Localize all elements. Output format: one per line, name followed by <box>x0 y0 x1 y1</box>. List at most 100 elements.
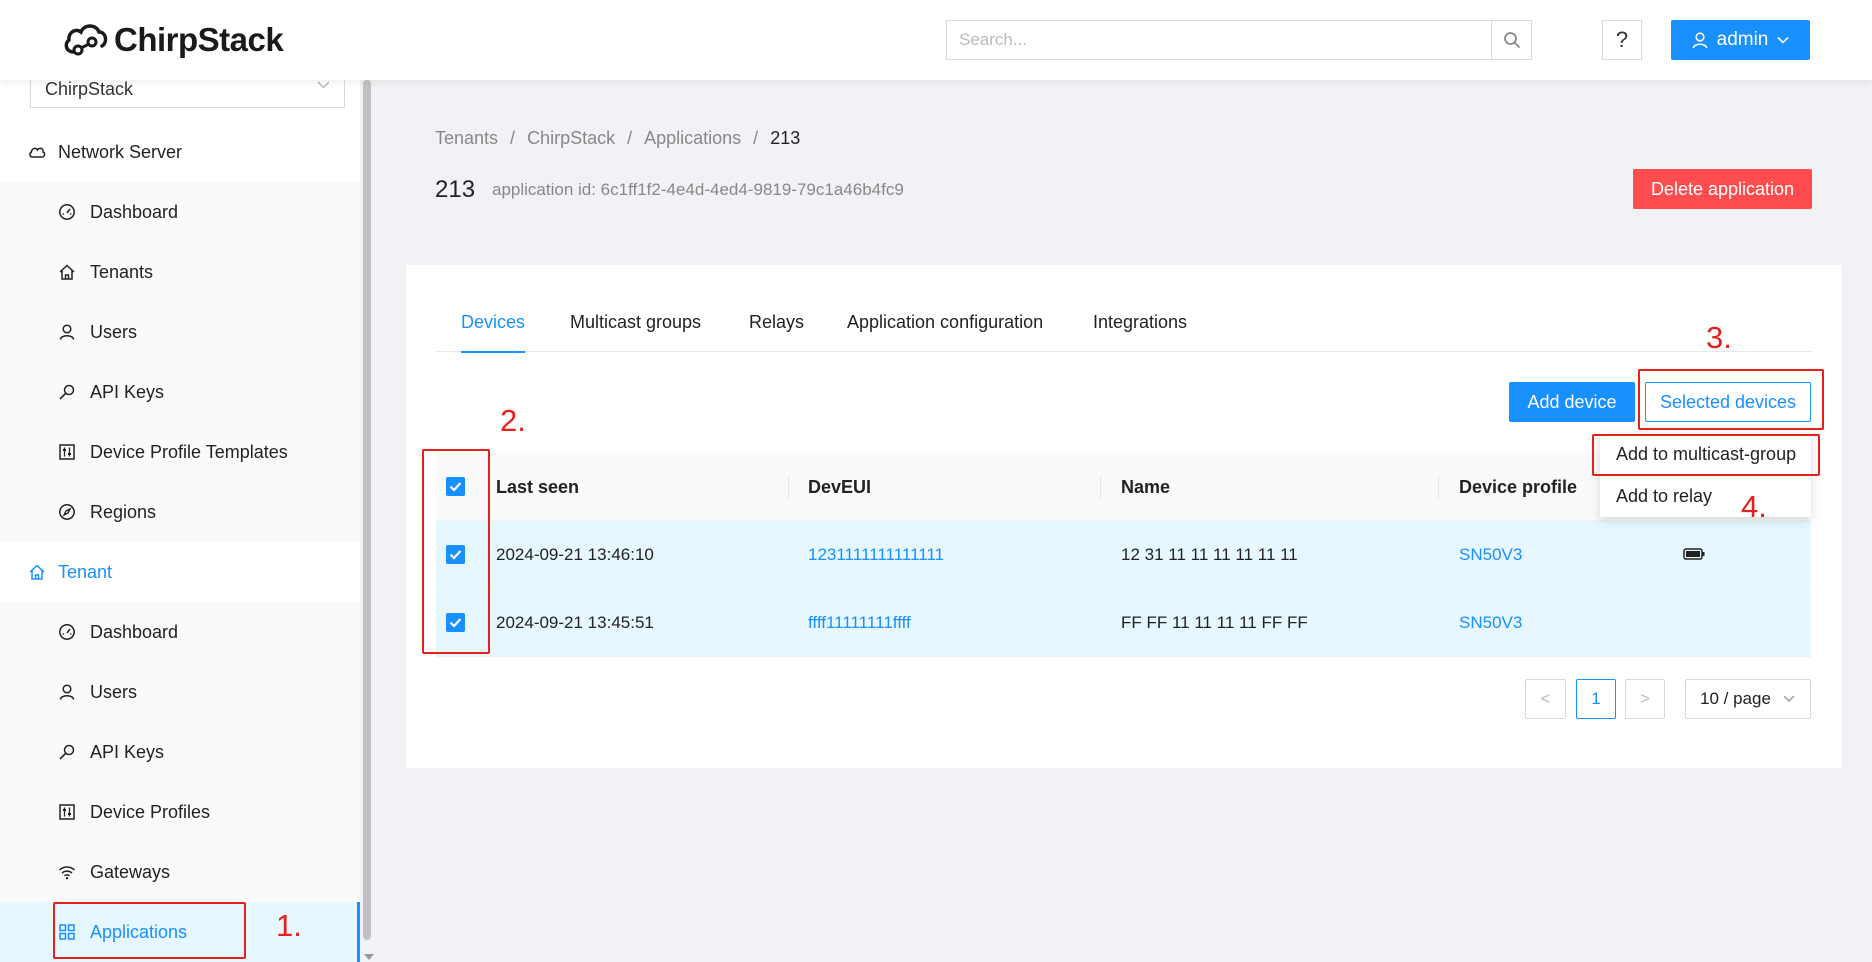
annotation-box-checkboxes <box>422 449 490 654</box>
breadcrumb-separator: / <box>753 128 759 148</box>
help-button[interactable]: ? <box>1602 20 1642 60</box>
user-label: admin <box>1716 29 1769 50</box>
key-icon <box>59 384 75 400</box>
dashboard-icon <box>59 204 75 220</box>
page-size-value: 10 / page <box>1700 689 1771 708</box>
sidebar-item-label: Dashboard <box>90 201 179 222</box>
dashboard-icon <box>59 624 75 640</box>
breadcrumb-tenants[interactable]: Tenants <box>435 128 498 149</box>
user-menu-button[interactable]: admin <box>1671 20 1810 60</box>
search-box <box>946 20 1532 60</box>
column-header-last-seen[interactable]: Last seen <box>496 477 579 498</box>
cell-last-seen: 2024-09-21 13:46:10 <box>496 545 654 564</box>
sidebar-item-tenant-dashboard[interactable]: Dashboard <box>0 602 360 662</box>
breadcrumb-separator: / <box>510 128 516 148</box>
cell-deveui-link[interactable]: 1231111111111111 <box>808 545 944 565</box>
annotation-number-1: 1. <box>276 908 302 943</box>
sidebar-scrollbar[interactable] <box>360 80 374 962</box>
breadcrumb: Tenants / ChirpStack / Applications / 21… <box>435 128 800 149</box>
search-icon <box>1503 32 1520 48</box>
add-device-button[interactable]: Add device <box>1509 382 1635 422</box>
breadcrumb-current: 213 <box>770 128 801 148</box>
cell-device-profile-link[interactable]: SN50V3 <box>1459 613 1522 633</box>
scrollbar-thumb[interactable] <box>363 80 371 940</box>
column-separator <box>1438 475 1439 499</box>
sidebar-item-tenant-users[interactable]: Users <box>0 662 360 722</box>
annotation-number-3: 3. <box>1706 320 1732 355</box>
column-header-device-profile[interactable]: Device profile <box>1459 477 1577 498</box>
chevron-down-icon <box>1783 695 1795 702</box>
sidebar-item-ns-users[interactable]: Users <box>0 302 360 362</box>
help-label: ? <box>1615 27 1629 52</box>
column-separator <box>1100 475 1101 499</box>
sidebar-item-label: Users <box>90 681 138 702</box>
sidebar-item-label: API Keys <box>90 381 165 402</box>
sidebar-item-label: API Keys <box>90 741 165 762</box>
breadcrumb-applications[interactable]: Applications <box>644 128 741 149</box>
sidebar-item-label: Dashboard <box>90 621 179 642</box>
menu-group-label: Tenant <box>58 561 113 582</box>
chevron-down-icon <box>317 81 330 89</box>
breadcrumb-chirpstack[interactable]: ChirpStack <box>527 128 615 149</box>
search-input[interactable] <box>947 21 1487 59</box>
cell-name: FF FF 11 11 11 11 FF FF <box>1121 613 1308 632</box>
sidebar-item-gateways[interactable]: Gateways <box>0 842 360 902</box>
user-icon <box>59 324 75 340</box>
menu-item-add-to-relay[interactable]: Add to relay <box>1600 475 1811 517</box>
pagination-next-button[interactable]: > <box>1625 679 1665 719</box>
tab-relays[interactable]: Relays <box>749 312 804 352</box>
annotation-box-multicast-group <box>1592 434 1820 476</box>
cell-last-seen: 2024-09-21 13:45:51 <box>496 613 654 632</box>
home-icon <box>29 564 45 580</box>
sidebar-item-device-profiles[interactable]: Device Profiles <box>0 782 360 842</box>
sidebar-item-ns-api-keys[interactable]: API Keys <box>0 362 360 422</box>
page-size-select[interactable]: 10 / page <box>1685 679 1811 719</box>
cell-device-profile-link[interactable]: SN50V3 <box>1459 545 1522 565</box>
chevron-down-icon <box>1777 36 1789 44</box>
user-icon <box>1692 31 1707 48</box>
pagination-prev-button[interactable]: < <box>1525 679 1566 719</box>
key-icon <box>59 744 75 760</box>
control-icon <box>59 804 75 820</box>
menu-group-network-server[interactable]: Network Server <box>0 122 360 182</box>
sidebar: ChirpStack Network Server Dashboard Tena… <box>0 80 360 962</box>
sidebar-item-regions[interactable]: Regions <box>0 482 360 542</box>
page-subtitle: application id: 6c1ff1f2-4e4d-4ed4-9819-… <box>492 180 904 199</box>
application-tabs: Devices Multicast groups Relays Applicat… <box>436 312 1812 353</box>
menu-group-label: Network Server <box>58 141 183 162</box>
chirpstack-logo[interactable]: ChirpStack <box>62 18 284 62</box>
search-button[interactable] <box>1491 21 1531 59</box>
chirpstack-cloud-icon <box>64 24 108 56</box>
control-icon <box>59 444 75 460</box>
sidebar-item-tenants[interactable]: Tenants <box>0 242 360 302</box>
pagination-page-1[interactable]: 1 <box>1576 679 1616 719</box>
table-row[interactable]: 2024-09-21 13:45:51 ffff11111111ffff FF … <box>436 589 1811 657</box>
annotation-number-4: 4. <box>1741 489 1767 524</box>
menu-group-tenant[interactable]: Tenant <box>0 542 360 602</box>
sidebar-item-ns-dashboard[interactable]: Dashboard <box>0 182 360 242</box>
tab-devices[interactable]: Devices <box>461 312 526 353</box>
sidebar-item-tenant-api-keys[interactable]: API Keys <box>0 722 360 782</box>
tab-application-configuration[interactable]: Application configuration <box>847 312 1043 352</box>
scroll-down-arrow-icon[interactable] <box>364 954 374 960</box>
cell-deveui-link[interactable]: ffff11111111ffff <box>808 613 911 633</box>
sidebar-item-label: Device Profile Templates <box>90 441 288 462</box>
delete-application-button[interactable]: Delete application <box>1633 169 1812 209</box>
compass-icon <box>59 504 75 520</box>
home-icon <box>59 264 75 280</box>
tenant-selector-value: ChirpStack <box>45 80 134 99</box>
cloud-icon <box>29 147 46 158</box>
column-header-name[interactable]: Name <box>1121 477 1170 498</box>
wifi-icon <box>58 866 76 880</box>
tab-multicast-groups[interactable]: Multicast groups <box>570 312 701 352</box>
sidebar-item-label: Regions <box>90 501 157 522</box>
breadcrumb-separator: / <box>627 128 633 148</box>
sidebar-item-label: Gateways <box>90 861 171 882</box>
annotation-box-applications <box>53 902 246 959</box>
table-row[interactable]: 2024-09-21 13:46:10 1231111111111111 12 … <box>436 521 1811 589</box>
sidebar-item-device-profile-templates[interactable]: Device Profile Templates <box>0 422 360 482</box>
top-header: ChirpStack ? admin <box>0 0 1872 80</box>
column-header-deveui[interactable]: DevEUI <box>808 477 871 498</box>
tenant-selector[interactable]: ChirpStack <box>30 80 345 108</box>
tab-integrations[interactable]: Integrations <box>1093 312 1187 352</box>
